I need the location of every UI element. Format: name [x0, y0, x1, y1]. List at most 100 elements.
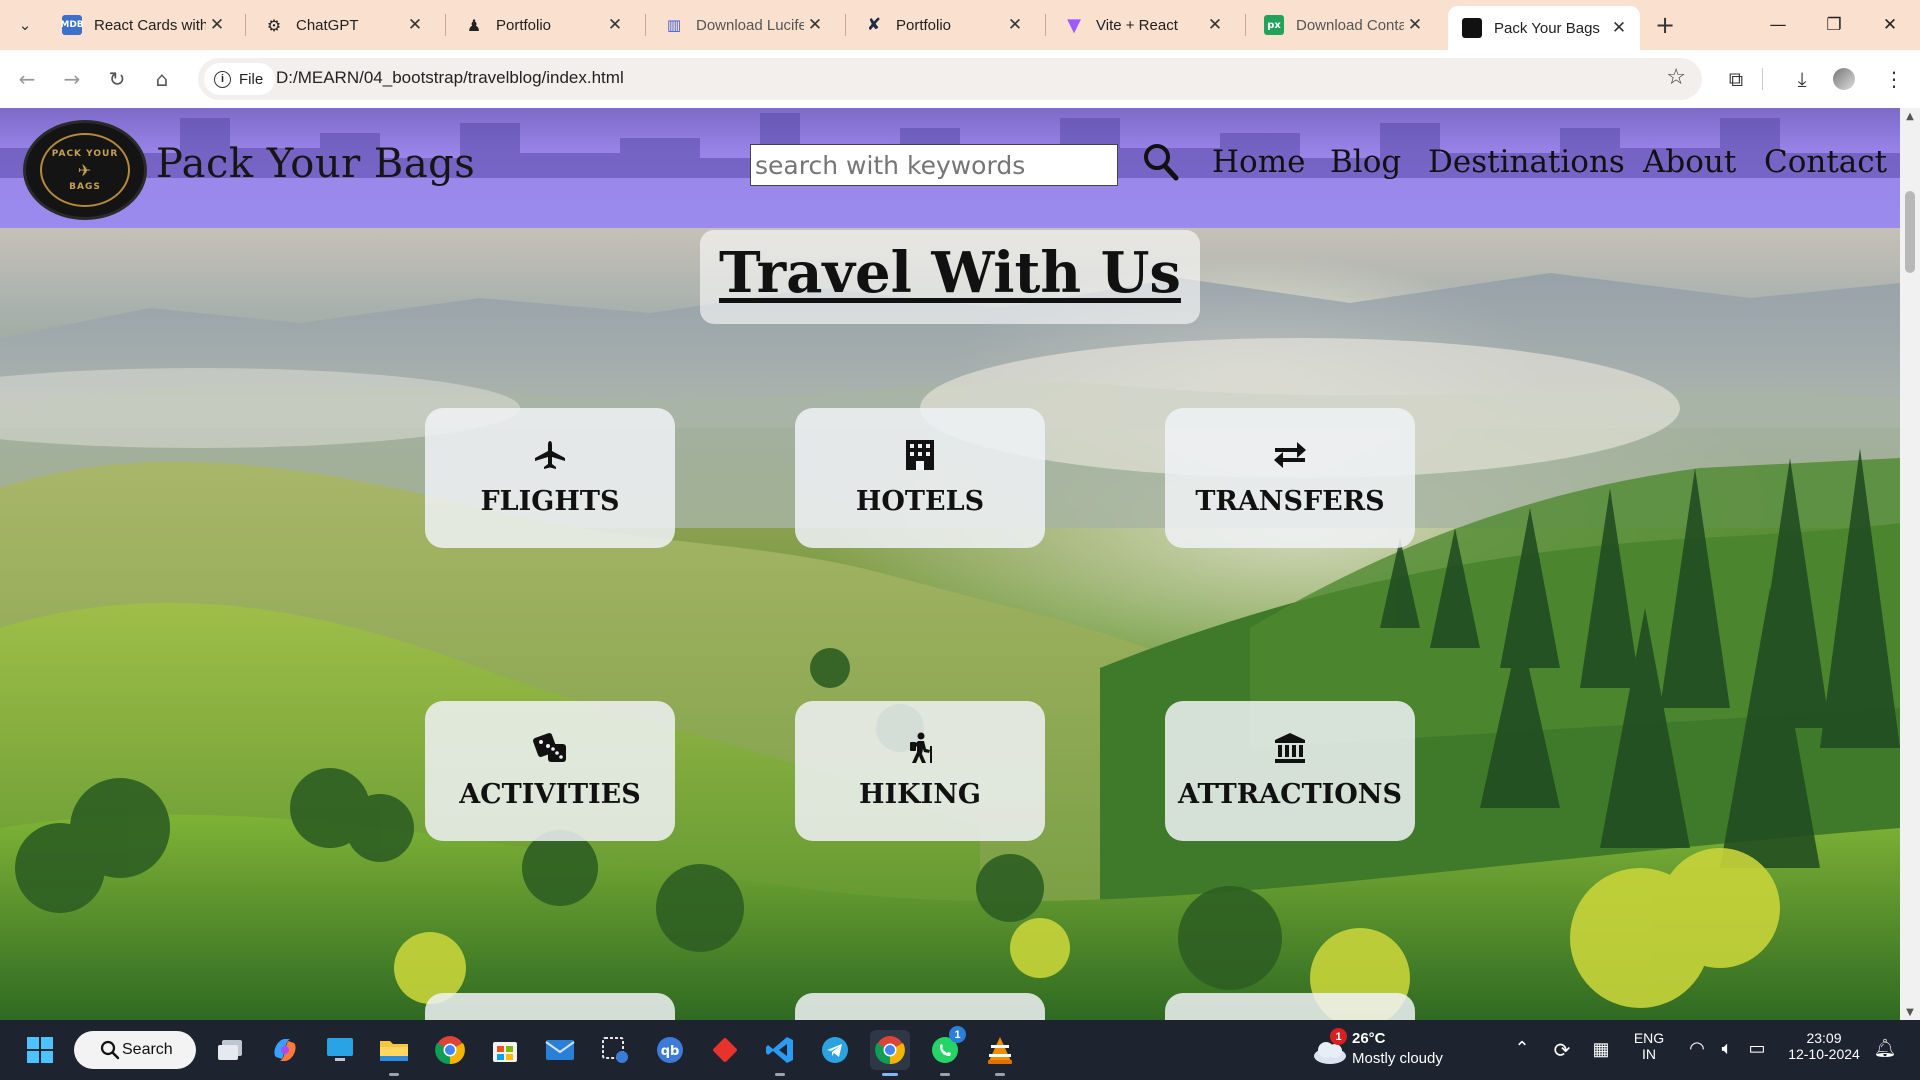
browser-tab[interactable]: px Download Conta ✕ — [1250, 6, 1436, 44]
site-brand-name[interactable]: Pack Your Bags — [156, 141, 475, 187]
tab-divider — [245, 14, 246, 36]
close-tab-icon[interactable]: ✕ — [206, 15, 228, 35]
logo-text-top: PACK YOUR — [51, 148, 119, 159]
site-logo[interactable]: PACK YOUR ✈ BAGS — [23, 120, 147, 220]
browser-tab[interactable]: ▼ Vite + React ✕ — [1050, 6, 1236, 44]
file-explorer-icon[interactable] — [374, 1030, 414, 1076]
service-card-partial[interactable] — [1165, 993, 1415, 1020]
openai-logo-icon: ⚙ — [266, 15, 282, 35]
vite-logo-icon: ▼ — [1067, 14, 1081, 36]
address-bar[interactable]: i File D:/MEARN/04_bootstrap/travelblog/… — [198, 58, 1702, 100]
hero-title: Travel With Us — [719, 240, 1181, 306]
weather-temperature: 26°C — [1352, 1030, 1386, 1047]
browser-tab[interactable]: ♟ Portfolio ✕ — [450, 6, 636, 44]
browser-tab-strip: ⌄ MDB React Cards with ✕ ⚙ ChatGPT ✕ ♟ P… — [0, 0, 1920, 50]
desktop-app-icon[interactable] — [320, 1030, 360, 1070]
chrome-icon[interactable] — [430, 1030, 470, 1070]
clock[interactable]: 23:09 12-10-2024 — [1780, 1030, 1868, 1062]
running-indicator — [940, 1073, 950, 1076]
nav-about-link[interactable]: About — [1643, 144, 1736, 180]
close-tab-icon[interactable]: ✕ — [1404, 15, 1426, 35]
extensions-puzzle-icon[interactable]: ⧉ — [1720, 63, 1752, 95]
restore-icon[interactable]: ❐ — [1806, 0, 1862, 50]
person-icon: ♟ — [466, 15, 482, 35]
forward-arrow-icon[interactable]: → — [56, 63, 88, 95]
battery-icon[interactable]: ▭ — [1744, 1038, 1770, 1059]
language-code: ENG — [1633, 1030, 1665, 1046]
more-menu-icon[interactable]: ⋮ — [1878, 63, 1910, 95]
service-card-flights[interactable]: FLIGHTS — [425, 408, 675, 548]
minimize-icon[interactable]: — — [1750, 0, 1806, 50]
onscreen-keyboard-icon[interactable]: ▦ — [1588, 1039, 1614, 1060]
close-tab-icon[interactable]: ✕ — [604, 15, 626, 35]
sync-icon[interactable]: ⟳ — [1548, 1038, 1576, 1063]
service-card-transfers[interactable]: TRANSFERS — [1165, 408, 1415, 548]
browser-tab-active[interactable]: Pack Your Bags ✕ — [1448, 6, 1640, 50]
task-view-icon[interactable] — [210, 1030, 250, 1070]
service-card-activities[interactable]: ACTIVITIES — [425, 701, 675, 841]
vscode-icon[interactable] — [760, 1030, 800, 1076]
weather-widget[interactable]: 1 26°C Mostly cloudy — [1312, 1028, 1472, 1072]
service-card-hiking[interactable]: HIKING — [795, 701, 1045, 841]
download-icon[interactable]: ⤓ — [1786, 63, 1818, 95]
git-client-icon[interactable] — [705, 1030, 745, 1070]
service-card-hotels[interactable]: HOTELS — [795, 408, 1045, 548]
language-indicator[interactable]: ENG IN — [1628, 1030, 1670, 1062]
close-tab-icon[interactable]: ✕ — [1608, 18, 1630, 38]
telegram-icon[interactable] — [815, 1030, 855, 1070]
service-card-partial[interactable] — [425, 993, 675, 1020]
page-scrollbar[interactable]: ▲ ▼ — [1900, 108, 1920, 1020]
close-tab-icon[interactable]: ✕ — [1004, 15, 1026, 35]
browser-tab[interactable]: ▥ Download Lucife ✕ — [650, 6, 836, 44]
close-tab-icon[interactable]: ✕ — [804, 15, 826, 35]
windows-start-icon[interactable] — [20, 1030, 60, 1070]
taskbar-search-box[interactable]: Search — [74, 1031, 196, 1069]
region-code: IN — [1642, 1046, 1656, 1062]
wifi-icon[interactable]: ◠ — [1684, 1038, 1710, 1059]
scrollbar-thumb[interactable] — [1905, 191, 1915, 273]
mdb-logo-icon: MDB — [60, 15, 84, 35]
nav-home-link[interactable]: Home — [1212, 144, 1305, 180]
service-card-attractions[interactable]: ATTRACTIONS — [1165, 701, 1415, 841]
vlc-icon[interactable] — [980, 1030, 1020, 1076]
profile-avatar[interactable] — [1828, 63, 1860, 95]
windows-taskbar: Search qb 1 1 26°C Mostly cloudy ⌃ ⟳ ▦ E… — [0, 1020, 1920, 1080]
snipping-tool-icon[interactable] — [595, 1030, 635, 1070]
tray-expand-chevron-icon[interactable]: ⌃ — [1510, 1038, 1534, 1059]
service-card-label: ACTIVITIES — [459, 779, 641, 810]
nav-destinations-link[interactable]: Destinations — [1428, 144, 1625, 180]
notification-bell-icon[interactable]: 🔔︎ — [1872, 1038, 1898, 1059]
search-icon[interactable] — [1142, 142, 1180, 182]
microsoft-store-icon[interactable] — [485, 1030, 525, 1070]
home-icon[interactable]: ⌂ — [146, 63, 178, 95]
copilot-icon[interactable] — [265, 1030, 305, 1070]
scroll-down-arrow-icon[interactable]: ▼ — [1900, 1004, 1920, 1020]
qbittorrent-icon[interactable]: qb — [650, 1030, 690, 1070]
lucifer-logo-icon: ▥ — [666, 16, 682, 34]
whatsapp-icon[interactable]: 1 — [925, 1026, 966, 1076]
hero-title-panel: Travel With Us — [700, 230, 1200, 324]
nav-contact-link[interactable]: Contact — [1764, 144, 1887, 180]
browser-tab[interactable]: ⚙ ChatGPT ✕ — [250, 6, 436, 44]
nav-blog-link[interactable]: Blog — [1330, 144, 1401, 180]
url-text[interactable]: D:/MEARN/04_bootstrap/travelblog/index.h… — [276, 68, 624, 88]
close-tab-icon[interactable]: ✕ — [404, 15, 426, 35]
new-tab-plus-icon[interactable]: + — [1650, 10, 1680, 40]
volume-icon[interactable]: 🔈︎ — [1714, 1038, 1740, 1059]
browser-tab[interactable]: MDB React Cards with ✕ — [48, 6, 238, 44]
reload-icon[interactable]: ↻ — [101, 63, 133, 95]
window-close-icon[interactable]: ✕ — [1862, 0, 1918, 50]
browser-tab[interactable]: ✘ Portfolio ✕ — [850, 6, 1036, 44]
keyword-search-input[interactable] — [750, 144, 1118, 186]
site-info-chip[interactable]: i File — [204, 63, 276, 95]
chrome-active-icon[interactable] — [870, 1030, 910, 1076]
notification-badge: 1 — [949, 1026, 966, 1043]
back-arrow-icon[interactable]: ← — [11, 63, 43, 95]
close-tab-icon[interactable]: ✕ — [1204, 15, 1226, 35]
transfer-arrows-icon — [1165, 438, 1415, 472]
bookmark-star-icon[interactable]: ☆ — [1666, 65, 1686, 90]
scroll-up-arrow-icon[interactable]: ▲ — [1900, 108, 1920, 124]
service-card-partial[interactable] — [795, 993, 1045, 1020]
mail-icon[interactable] — [540, 1030, 580, 1070]
tab-search-chevron-icon[interactable]: ⌄ — [8, 10, 42, 40]
